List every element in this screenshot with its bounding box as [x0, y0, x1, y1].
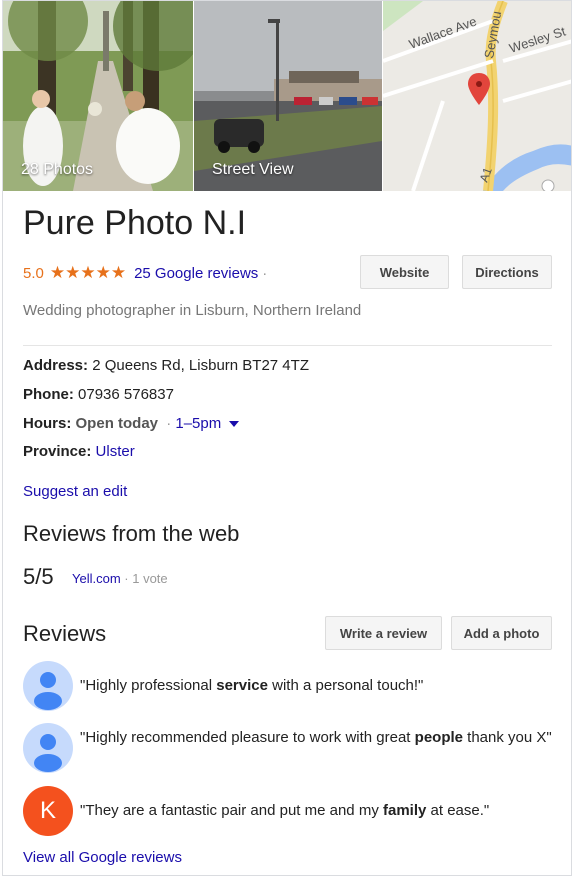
- suggest-edit-link[interactable]: Suggest an edit: [23, 483, 127, 500]
- divider: [23, 345, 552, 346]
- street-view-thumbnail[interactable]: Street View: [194, 1, 382, 191]
- knowledge-panel: 28 Photos Street View Wallace Ave Wesley…: [2, 0, 572, 876]
- web-review-score: 5/5: [23, 564, 54, 589]
- rating-row: 5.0 ★★★★★ 25 Google reviews ·: [23, 263, 267, 283]
- review-text[interactable]: "Highly recommended pleasure to work wit…: [80, 728, 552, 748]
- review-item: "Highly professional service with a pers…: [23, 661, 553, 711]
- hours-label: Hours:: [23, 415, 72, 432]
- map-thumbnail[interactable]: Wallace Ave Wesley St Seymou A1: [383, 1, 571, 191]
- phone-row: Phone: 07936 576837: [23, 386, 174, 403]
- view-all-reviews-link[interactable]: View all Google reviews: [23, 849, 182, 866]
- street-view-label: Street View: [212, 161, 294, 178]
- separator-dot: ·: [166, 415, 172, 432]
- hours-value[interactable]: 1–5pm: [175, 415, 221, 432]
- business-name: Pure Photo N.I: [23, 204, 247, 242]
- star-rating-icon: ★★★★★: [49, 263, 127, 282]
- write-review-button[interactable]: Write a review: [325, 616, 442, 650]
- hours-status: Open today: [75, 415, 159, 432]
- rating-value: 5.0: [23, 264, 44, 282]
- website-button[interactable]: Website: [360, 255, 449, 289]
- photo-strip: 28 Photos Street View Wallace Ave Wesley…: [3, 1, 571, 191]
- province-row: Province: Ulster: [23, 443, 135, 460]
- phone-label: Phone:: [23, 386, 74, 403]
- web-reviews-title: Reviews from the web: [23, 521, 240, 546]
- province-label: Province:: [23, 443, 92, 460]
- separator-dot: ·: [262, 264, 268, 282]
- review-item: K "They are a fantastic pair and put me …: [23, 786, 553, 836]
- province-link[interactable]: Ulster: [96, 443, 135, 460]
- photos-count-label: 28 Photos: [21, 161, 94, 178]
- web-review-source-link[interactable]: Yell.com: [72, 571, 121, 586]
- add-photo-button[interactable]: Add a photo: [451, 616, 552, 650]
- web-review-votes: · 1 vote: [124, 571, 168, 586]
- reviews-title: Reviews: [23, 621, 107, 646]
- review-text[interactable]: "Highly professional service with a pers…: [80, 676, 423, 696]
- person-icon: [23, 723, 73, 773]
- photos-thumbnail[interactable]: 28 Photos: [3, 1, 193, 191]
- directions-button[interactable]: Directions: [462, 255, 552, 289]
- google-reviews-link[interactable]: 25 Google reviews: [134, 265, 258, 282]
- hours-row[interactable]: Hours: Open today · 1–5pm: [23, 415, 240, 432]
- chevron-down-icon[interactable]: [229, 421, 240, 428]
- map-image: Wallace Ave Wesley St Seymou A1: [383, 1, 571, 191]
- review-text[interactable]: "They are a fantastic pair and put me an…: [80, 801, 489, 821]
- address-label: Address:: [23, 357, 89, 374]
- review-item: "Highly recommended pleasure to work wit…: [23, 723, 553, 773]
- business-category: Wedding photographer in Lisburn, Norther…: [23, 302, 362, 319]
- web-review-source: Yell.com · 1 vote: [72, 571, 168, 586]
- phone-value[interactable]: 07936 576837: [78, 386, 174, 403]
- avatar: K: [23, 786, 73, 836]
- address-row: Address: 2 Queens Rd, Lisburn BT27 4TZ: [23, 357, 309, 374]
- person-icon: [23, 661, 73, 711]
- address-value: 2 Queens Rd, Lisburn BT27 4TZ: [92, 357, 309, 374]
